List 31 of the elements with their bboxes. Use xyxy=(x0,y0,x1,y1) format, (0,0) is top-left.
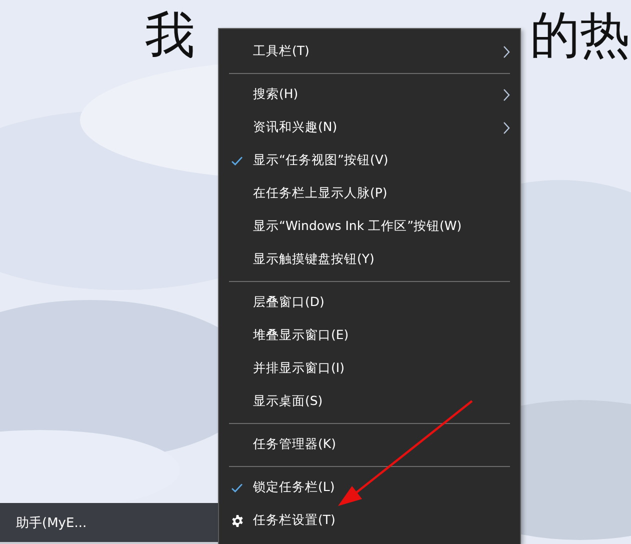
menu-item-label: 并排显示窗口(I) xyxy=(253,360,344,377)
menu-item[interactable]: 工具栏(T) xyxy=(219,35,520,68)
menu-item-label: 锁定任务栏(L) xyxy=(253,479,335,496)
menu-item[interactable]: 层叠窗口(D) xyxy=(219,286,520,319)
menu-item[interactable]: 搜索(H) xyxy=(219,78,520,111)
menu-item-label: 显示触摸键盘按钮(Y) xyxy=(253,251,374,268)
menu-item[interactable]: 资讯和兴趣(N) xyxy=(219,111,520,144)
menu-item-label: 任务管理器(K) xyxy=(253,436,336,453)
menu-item-label: 显示桌面(S) xyxy=(253,393,323,410)
menu-item[interactable]: 并排显示窗口(I) xyxy=(219,352,520,385)
menu-item-label: 资讯和兴趣(N) xyxy=(253,119,338,136)
menu-item-label: 显示“Windows Ink 工作区”按钮(W) xyxy=(253,218,462,235)
menu-item[interactable]: 显示桌面(S) xyxy=(219,385,520,418)
menu-item[interactable]: 显示“任务视图”按钮(V) xyxy=(219,144,520,177)
menu-item-label: 层叠窗口(D) xyxy=(253,294,324,311)
menu-item-label: 任务栏设置(T) xyxy=(253,512,336,529)
calligraphy-text: 我 xyxy=(145,5,195,66)
menu-item-label: 显示“任务视图”按钮(V) xyxy=(253,152,388,169)
menu-item[interactable]: 显示“Windows Ink 工作区”按钮(W) xyxy=(219,210,520,243)
menu-item[interactable]: 在任务栏上显示人脉(P) xyxy=(219,177,520,210)
menu-item-label: 堆叠显示窗口(E) xyxy=(253,327,349,344)
calligraphy-text: 的热 xyxy=(530,5,630,66)
menu-item[interactable]: 任务管理器(K) xyxy=(219,428,520,461)
menu-item-label: 在任务栏上显示人脉(P) xyxy=(253,185,388,202)
menu-item[interactable]: 锁定任务栏(L) xyxy=(219,471,520,504)
menu-item[interactable]: 堆叠显示窗口(E) xyxy=(219,319,520,352)
menu-item[interactable]: 任务栏设置(T) xyxy=(219,504,520,537)
menu-item-label: 工具栏(T) xyxy=(253,43,310,60)
menu-item[interactable]: 显示触摸键盘按钮(Y) xyxy=(219,243,520,276)
settings-icon xyxy=(231,514,244,527)
menu-item-label: 搜索(H) xyxy=(253,86,298,103)
